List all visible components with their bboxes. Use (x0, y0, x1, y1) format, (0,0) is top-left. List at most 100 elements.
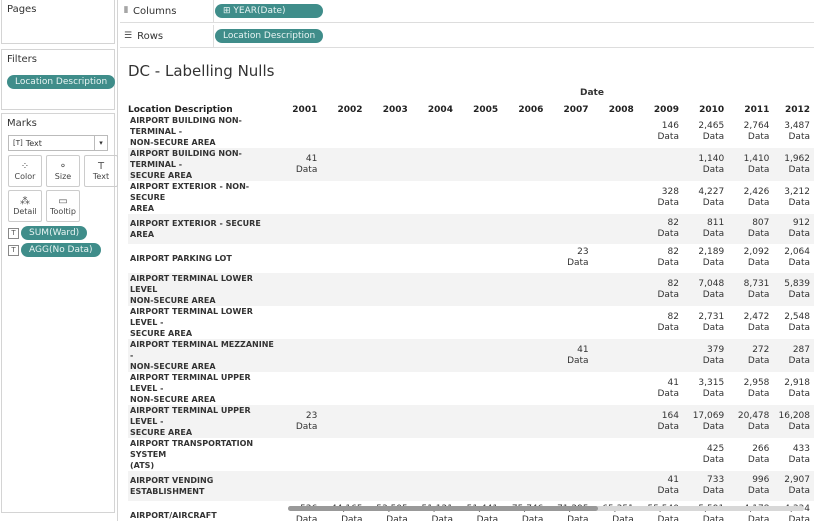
location-cell[interactable]: AIRPORT PARKING LOT (128, 244, 284, 274)
value-cell[interactable] (457, 115, 502, 148)
value-cell[interactable] (367, 148, 412, 181)
value-cell[interactable] (457, 244, 502, 274)
table-row[interactable]: AIRPORT BUILDING NON-TERMINAL - SECURE AR… (128, 148, 814, 181)
location-cell[interactable]: AIRPORT VENDING ESTABLISHMENT (128, 471, 284, 501)
row-header[interactable]: Location Description (128, 100, 284, 115)
chevron-down-icon[interactable]: ▾ (94, 136, 107, 150)
value-cell[interactable]: 1,410 Data (728, 148, 773, 181)
value-cell[interactable] (367, 306, 412, 339)
value-cell[interactable]: 23 Data (547, 244, 592, 274)
location-cell[interactable]: AIRPORT EXTERIOR - NON-SECURE AREA (128, 181, 284, 214)
location-cell[interactable]: AIRPORT BUILDING NON-TERMINAL - NON-SECUR… (128, 115, 284, 148)
table-row[interactable]: AIRPORT TRANSPORTATION SYSTEM (ATS) 425 Dat… (128, 438, 814, 471)
mark-button-detail[interactable]: ⁂ Detail (8, 190, 42, 222)
value-cell[interactable]: 425 Data (683, 438, 728, 471)
value-cell[interactable]: 2,764 Data (728, 115, 773, 148)
value-cell[interactable]: 17,069 Data (683, 405, 728, 438)
value-cell[interactable] (457, 306, 502, 339)
value-cell[interactable] (547, 148, 592, 181)
value-cell[interactable] (638, 438, 683, 471)
value-cell[interactable] (502, 273, 547, 306)
value-cell[interactable]: 2,092 Data (728, 244, 773, 274)
value-cell[interactable] (284, 471, 322, 501)
value-cell[interactable]: 16,208 Data (773, 405, 814, 438)
value-cell[interactable]: 7,048 Data (683, 273, 728, 306)
value-cell[interactable]: 2,426 Data (728, 181, 773, 214)
value-cell[interactable] (502, 306, 547, 339)
value-cell[interactable] (321, 372, 366, 405)
scrollbar-thumb[interactable] (288, 506, 598, 511)
value-cell[interactable] (502, 214, 547, 244)
mark-button-text[interactable]: T Text (84, 155, 118, 187)
value-cell[interactable] (284, 372, 322, 405)
value-cell[interactable]: 82 Data (638, 273, 683, 306)
value-cell[interactable] (593, 372, 638, 405)
value-cell[interactable] (367, 438, 412, 471)
value-cell[interactable] (457, 471, 502, 501)
value-cell[interactable] (284, 438, 322, 471)
location-cell[interactable]: AIRPORT EXTERIOR - SECURE AREA (128, 214, 284, 244)
value-cell[interactable]: 996 Data (728, 471, 773, 501)
year-header[interactable]: 2011 (728, 100, 773, 115)
value-cell[interactable] (457, 273, 502, 306)
location-cell[interactable]: AIRPORT TRANSPORTATION SYSTEM (ATS) (128, 438, 284, 471)
value-cell[interactable]: 2,918 Data (773, 372, 814, 405)
table-row[interactable]: AIRPORT TERMINAL MEZZANINE - NON-SECURE A… (128, 339, 814, 372)
value-cell[interactable] (547, 273, 592, 306)
value-cell[interactable] (321, 405, 366, 438)
value-cell[interactable]: 41 Data (547, 339, 592, 372)
value-cell[interactable]: 2,731 Data (683, 306, 728, 339)
value-cell[interactable] (321, 214, 366, 244)
value-cell[interactable] (284, 115, 322, 148)
value-cell[interactable] (367, 244, 412, 274)
value-cell[interactable] (547, 306, 592, 339)
value-cell[interactable]: 811 Data (683, 214, 728, 244)
value-cell[interactable]: 8,731 Data (728, 273, 773, 306)
value-cell[interactable] (367, 214, 412, 244)
value-cell[interactable]: 5,839 Data (773, 273, 814, 306)
value-cell[interactable]: 2,472 Data (728, 306, 773, 339)
value-cell[interactable]: 146 Data (638, 115, 683, 148)
value-cell[interactable] (593, 115, 638, 148)
mark-button-tooltip[interactable]: ▭ Tooltip (46, 190, 80, 222)
pages-card[interactable]: Pages (1, 0, 115, 44)
value-cell[interactable]: 1,962 Data (773, 148, 814, 181)
value-cell[interactable] (547, 438, 592, 471)
value-cell[interactable] (502, 372, 547, 405)
columns-pill[interactable]: ⊞ YEAR(Date) (215, 4, 323, 18)
value-cell[interactable]: 2,548 Data (773, 306, 814, 339)
value-cell[interactable] (593, 405, 638, 438)
value-cell[interactable] (502, 471, 547, 501)
value-cell[interactable]: 41 Data (284, 148, 322, 181)
year-header[interactable]: 2007 (547, 100, 592, 115)
year-header[interactable]: 2002 (321, 100, 366, 115)
value-cell[interactable] (593, 471, 638, 501)
value-cell[interactable]: 20,478 Data (728, 405, 773, 438)
value-cell[interactable] (412, 405, 457, 438)
value-cell[interactable] (593, 148, 638, 181)
value-cell[interactable] (367, 372, 412, 405)
value-cell[interactable] (412, 273, 457, 306)
location-cell[interactable]: AIRPORT TERMINAL LOWER LEVEL NON-SECURE A… (128, 273, 284, 306)
value-cell[interactable] (321, 339, 366, 372)
year-header[interactable]: 2005 (457, 100, 502, 115)
value-cell[interactable] (367, 405, 412, 438)
value-cell[interactable] (593, 273, 638, 306)
value-cell[interactable]: 328 Data (638, 181, 683, 214)
value-cell[interactable]: 2,958 Data (728, 372, 773, 405)
value-cell[interactable]: 2,907 Data (773, 471, 814, 501)
value-cell[interactable] (284, 306, 322, 339)
value-cell[interactable] (457, 339, 502, 372)
mark-button-color[interactable]: ⁘ Color (8, 155, 42, 187)
table-row[interactable]: AIRPORT VENDING ESTABLISHMENT 41 Data 733 Da… (128, 471, 814, 501)
value-cell[interactable]: 733 Data (683, 471, 728, 501)
value-cell[interactable]: 807 Data (728, 214, 773, 244)
value-cell[interactable] (284, 244, 322, 274)
value-cell[interactable] (412, 214, 457, 244)
value-cell[interactable] (457, 148, 502, 181)
value-cell[interactable]: 3,487 Data (773, 115, 814, 148)
value-cell[interactable] (547, 181, 592, 214)
value-cell[interactable] (593, 244, 638, 274)
table-row[interactable]: AIRPORT BUILDING NON-TERMINAL - NON-SECUR… (128, 115, 814, 148)
value-cell[interactable]: 433 Data (773, 438, 814, 471)
